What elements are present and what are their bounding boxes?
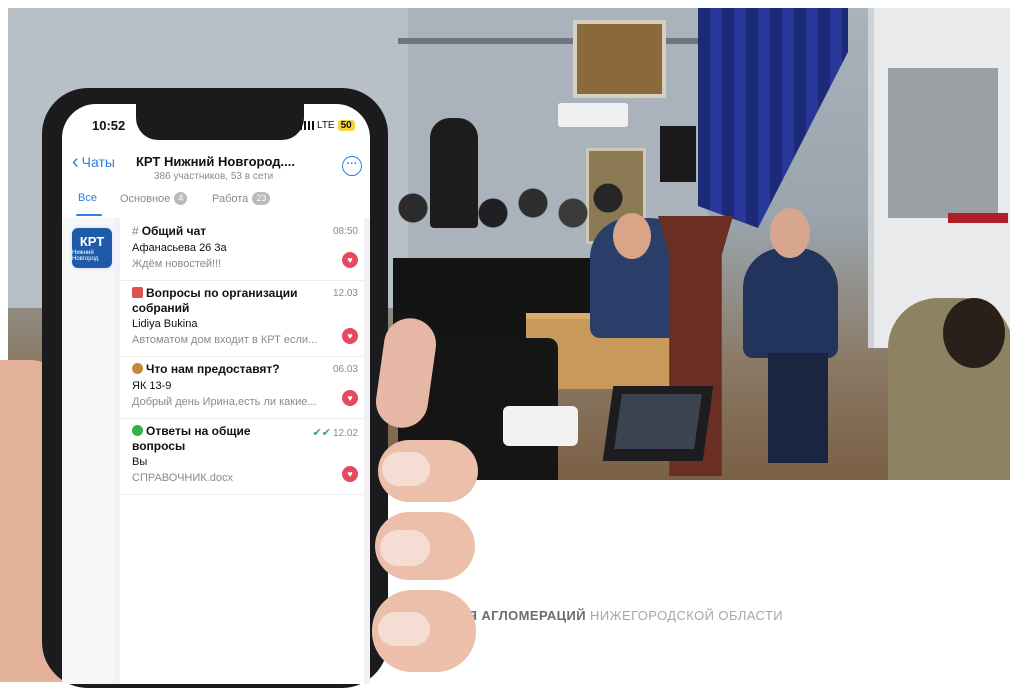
topic-sender: ЯК 13-9 — [132, 380, 172, 392]
list-item[interactable]: Вопросы по организации собраний 12.03 Li… — [120, 280, 364, 357]
projection-image — [888, 68, 998, 218]
list-item[interactable]: Что нам предоставят? 06.03 ЯК 13-9 Добры… — [120, 356, 364, 419]
tab-underline — [76, 214, 102, 216]
official-head — [770, 208, 810, 258]
tab-main[interactable]: Основное 4 — [120, 192, 188, 205]
calendar-icon — [132, 287, 143, 298]
topic-time: ✔✔ 12.02 — [313, 426, 358, 439]
heart-icon: ♥ — [342, 328, 358, 344]
more-icon[interactable]: ··· — [342, 156, 362, 176]
topic-preview: Ждём новостей!!! — [132, 258, 222, 270]
topic-title-text: Вопросы по организации собраний — [132, 286, 298, 315]
group-avatar[interactable]: КРТ Нижний Новгород — [70, 226, 114, 270]
window — [573, 20, 666, 98]
chevron-left-icon: ‹ — [72, 151, 79, 173]
tab-label: Все — [78, 192, 97, 204]
folder-tabs: Все Основное 4 Работа 23 — [62, 190, 370, 216]
signal-icon — [300, 121, 314, 130]
topic-preview: СПРАВОЧНИК.docx — [132, 472, 233, 484]
topic-title: Что нам предоставят? — [132, 362, 302, 377]
tab-label: Основное — [120, 192, 171, 205]
topic-time: 06.03 — [332, 364, 358, 375]
green-circle-icon — [132, 425, 143, 436]
caption: ВИТИЯ АГЛОМЕРАЦИЙ НИЖЕГОРОДСКОЙ ОБЛАСТИ — [430, 608, 783, 623]
hash-icon: # — [132, 224, 139, 238]
topic-title-text: Что нам предоставят? — [146, 362, 280, 376]
topic-preview: Автоматом дом входит в КРТ если... — [132, 334, 318, 346]
seated-official — [743, 248, 838, 358]
topic-sender: Афанасьева 26 3а — [132, 242, 227, 254]
heart-icon: ♥ — [342, 390, 358, 406]
topic-title: Ответы на общие вопросы — [132, 424, 302, 454]
fingernail — [380, 530, 430, 566]
topic-time: 08:50 — [332, 226, 358, 237]
curtain — [698, 8, 848, 228]
status-indicators: LTE 50 — [300, 120, 355, 131]
list-item[interactable]: Ответы на общие вопросы ✔✔ 12.02 Вы СПРАВ… — [120, 418, 364, 495]
audience — [393, 168, 623, 268]
list-item[interactable]: # Общий чат 08:50 Афанасьева 26 3а Ждём н… — [120, 218, 364, 281]
speaker — [660, 126, 696, 182]
tab-work[interactable]: Работа 23 — [212, 192, 271, 205]
official-legs — [768, 353, 828, 463]
person-icon — [132, 363, 143, 374]
phone-notch — [136, 104, 304, 140]
heart-icon: ♥ — [342, 252, 358, 268]
person-head — [943, 298, 1005, 368]
topic-sender: Вы — [132, 456, 148, 468]
topic-time: 12.03 — [332, 288, 358, 299]
topic-time-text: 12.02 — [332, 428, 358, 439]
standing-person — [430, 118, 478, 228]
projection-red-bar — [948, 213, 1008, 223]
avatar-label: КРТ — [79, 234, 105, 249]
back-button[interactable]: ‹ Чаты — [72, 151, 115, 173]
heart-icon: ♥ — [342, 466, 358, 482]
tab-all[interactable]: Все — [78, 192, 97, 204]
speaker-head — [613, 213, 651, 259]
laptop-screen — [614, 394, 702, 449]
avatar-sublabel: Нижний Новгород — [72, 250, 99, 262]
battery-icon: 50 — [337, 120, 355, 131]
fingernail — [382, 452, 430, 486]
topic-list: # Общий чат 08:50 Афанасьева 26 3а Ждём н… — [120, 218, 364, 684]
chat-content: КРТ Нижний Новгород # Общий чат 08:50 Афа… — [62, 218, 370, 684]
topic-preview: Добрый день Ирина,есть ли какие... — [132, 396, 317, 408]
network-label: LTE — [317, 120, 335, 131]
double-check-icon: ✔✔ — [312, 427, 331, 439]
back-label: Чаты — [81, 154, 115, 170]
air-conditioner — [558, 103, 628, 127]
tab-badge: 23 — [252, 192, 271, 205]
chat-header: ‹ Чаты КРТ Нижний Новгород.... 386 участ… — [62, 148, 370, 188]
caption-rest: НИЖЕГОРОДСКОЙ ОБЛАСТИ — [586, 608, 783, 623]
fingernail — [378, 612, 430, 646]
projector — [503, 406, 578, 446]
phone-screen: 10:52 LTE 50 ‹ Чаты КРТ Нижний Новгород.… — [62, 104, 370, 684]
chat-title[interactable]: КРТ Нижний Новгород.... — [136, 154, 295, 169]
topic-title-text: Ответы на общие вопросы — [132, 424, 251, 453]
group-sidebar: КРТ Нижний Новгород — [62, 218, 114, 684]
topic-title: Вопросы по организации собраний — [132, 286, 302, 316]
topic-title-text: Общий чат — [141, 224, 207, 238]
tab-badge: 4 — [174, 192, 188, 205]
tab-label: Работа — [212, 192, 249, 205]
status-time: 10:52 — [92, 118, 126, 133]
topic-sender: Lidiya Bukina — [132, 318, 198, 330]
chat-subtitle: 386 участников, 53 в сети — [154, 171, 274, 182]
topic-title: # Общий чат — [132, 224, 302, 239]
